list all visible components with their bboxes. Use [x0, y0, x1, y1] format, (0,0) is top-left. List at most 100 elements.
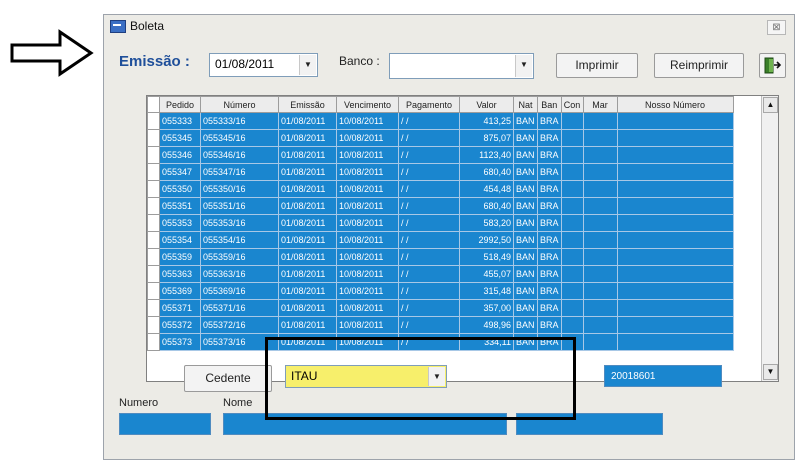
table-cell: 01/08/2011 — [278, 248, 337, 266]
table-cell: 055345 — [159, 129, 201, 147]
row-indicator[interactable] — [147, 146, 160, 164]
numero-field[interactable] — [119, 413, 211, 435]
column-header[interactable]: Valor — [459, 96, 514, 113]
exit-button[interactable] — [759, 53, 786, 78]
table-cell: / / — [398, 248, 460, 266]
table-cell: 055359/16 — [200, 248, 279, 266]
column-header[interactable]: Emissão — [278, 96, 337, 113]
reimprimir-button[interactable]: Reimprimir — [654, 53, 744, 78]
column-header[interactable]: Mar — [582, 96, 618, 113]
column-header[interactable]: Nosso Número — [616, 96, 734, 113]
table-row[interactable]: 055353 055353/16 01/08/2011 10/08/2011/ /58… — [147, 214, 734, 232]
banco-select[interactable]: ▼ — [389, 53, 534, 79]
table-cell — [616, 316, 734, 334]
chevron-down-icon[interactable]: ▼ — [299, 55, 316, 75]
table-row[interactable]: 055346 055346/16 01/08/2011 10/08/2011/ /11… — [147, 146, 734, 164]
emissao-date-select[interactable]: 01/08/2011 ▼ — [209, 53, 318, 77]
highlight-box — [265, 337, 576, 420]
table-cell — [582, 163, 618, 181]
row-indicator[interactable] — [147, 316, 160, 334]
table-row[interactable]: 055345 055345/16 01/08/2011 10/08/2011/ /87… — [147, 129, 734, 147]
table-cell: BRA — [537, 146, 562, 164]
table-row[interactable]: 055351 055351/16 01/08/2011 10/08/2011/ /68… — [147, 197, 734, 215]
imprimir-button[interactable]: Imprimir — [556, 53, 638, 78]
table-cell: / / — [398, 163, 460, 181]
table-cell — [582, 316, 618, 334]
nosso-numero-field[interactable]: 20018601 — [604, 365, 722, 387]
column-header[interactable]: Ban — [537, 96, 562, 113]
scroll-down-icon[interactable]: ▼ — [763, 364, 778, 380]
row-indicator[interactable] — [147, 163, 160, 181]
table-cell: 10/08/2011 — [336, 146, 399, 164]
cedente-button[interactable]: Cedente — [184, 365, 272, 392]
column-header[interactable]: Pedido — [159, 96, 201, 113]
row-indicator[interactable] — [147, 282, 160, 300]
grid-scrollbar[interactable]: ▲ ▼ — [761, 96, 778, 381]
table-row[interactable]: 055347 055347/16 01/08/2011 10/08/2011/ /68… — [147, 163, 734, 181]
table-cell: BRA — [537, 112, 562, 130]
table-cell: 583,20 — [459, 214, 514, 232]
table-row[interactable]: 055369 055369/16 01/08/2011 10/08/2011/ /31… — [147, 282, 734, 300]
row-indicator[interactable] — [147, 248, 160, 266]
table-row[interactable]: 055354 055354/16 01/08/2011 10/08/2011/ /29… — [147, 231, 734, 249]
table-cell — [582, 282, 618, 300]
table-cell: BAN — [513, 231, 538, 249]
table-cell: BRA — [537, 316, 562, 334]
row-indicator[interactable] — [147, 265, 160, 283]
window-title: Boleta — [130, 19, 165, 33]
table-cell: 498,96 — [459, 316, 514, 334]
table-cell: 875,07 — [459, 129, 514, 147]
table-cell — [616, 146, 734, 164]
table-cell: BAN — [513, 299, 538, 317]
row-indicator[interactable] — [147, 197, 160, 215]
table-row[interactable]: 055363 055363/16 01/08/2011 10/08/2011/ /45… — [147, 265, 734, 283]
emissao-date-value: 01/08/2011 — [215, 57, 275, 71]
table-cell — [616, 180, 734, 198]
column-header[interactable]: Con — [560, 96, 584, 113]
table-row[interactable]: 055372 055372/16 01/08/2011 10/08/2011/ /49… — [147, 316, 734, 334]
column-header[interactable]: Pagamento — [398, 96, 460, 113]
table-cell: 055333/16 — [200, 112, 279, 130]
table-cell: / / — [398, 265, 460, 283]
column-header[interactable]: Vencimento — [336, 96, 399, 113]
row-indicator[interactable] — [147, 299, 160, 317]
row-indicator[interactable] — [147, 112, 160, 130]
table-cell: 055353 — [159, 214, 201, 232]
table-row[interactable]: 055333 055333/16 01/08/2011 10/08/2011/ /41… — [147, 112, 734, 130]
table-cell: 01/08/2011 — [278, 129, 337, 147]
table-cell: 055369/16 — [200, 282, 279, 300]
column-header[interactable]: Número — [200, 96, 279, 113]
chevron-down-icon[interactable]: ▼ — [515, 55, 532, 77]
table-cell — [582, 197, 618, 215]
table-cell: 10/08/2011 — [336, 163, 399, 181]
table-cell: 10/08/2011 — [336, 231, 399, 249]
table-cell — [560, 299, 584, 317]
table-cell: BRA — [537, 248, 562, 266]
row-indicator[interactable] — [147, 214, 160, 232]
scroll-up-icon[interactable]: ▲ — [763, 97, 778, 113]
table-cell — [582, 112, 618, 130]
row-indicator[interactable] — [147, 180, 160, 198]
row-indicator[interactable] — [147, 231, 160, 249]
table-cell: / / — [398, 146, 460, 164]
table-cell: BAN — [513, 316, 538, 334]
row-indicator[interactable] — [147, 129, 160, 147]
table-cell: 01/08/2011 — [278, 299, 337, 317]
table-row[interactable]: 055359 055359/16 01/08/2011 10/08/2011/ /51… — [147, 248, 734, 266]
table-cell: / / — [398, 282, 460, 300]
table-cell: / / — [398, 316, 460, 334]
row-indicator[interactable] — [147, 333, 160, 351]
table-cell: / / — [398, 214, 460, 232]
table-cell: 10/08/2011 — [336, 112, 399, 130]
table-cell: 055354/16 — [200, 231, 279, 249]
close-button[interactable]: ⊠ — [767, 20, 786, 35]
table-cell: 01/08/2011 — [278, 265, 337, 283]
table-cell: BRA — [537, 282, 562, 300]
table-row[interactable]: 055350 055350/16 01/08/2011 10/08/2011/ /45… — [147, 180, 734, 198]
table-cell: / / — [398, 197, 460, 215]
column-header[interactable]: Nat — [513, 96, 538, 113]
table-row[interactable]: 055371 055371/16 01/08/2011 10/08/2011/ /35… — [147, 299, 734, 317]
table-cell: BRA — [537, 180, 562, 198]
table-cell: BRA — [537, 231, 562, 249]
table-cell: 055369 — [159, 282, 201, 300]
